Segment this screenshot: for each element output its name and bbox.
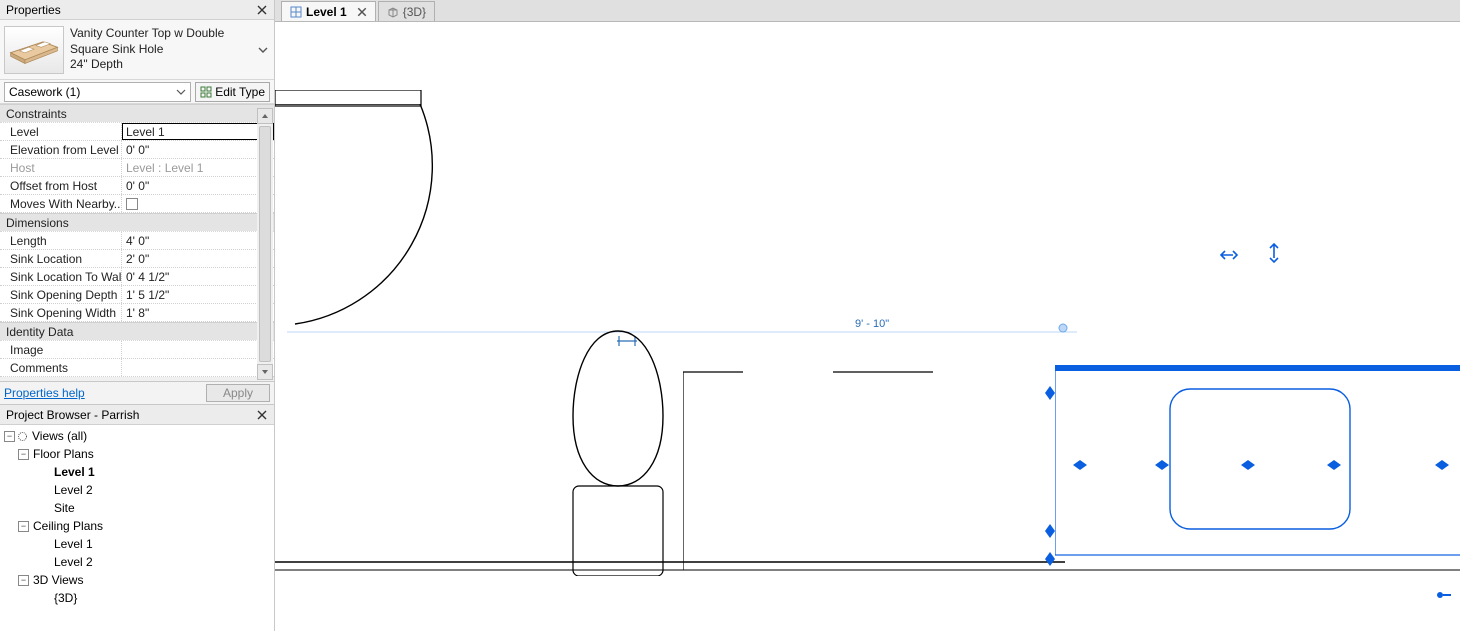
family-name-line-2: Square Sink Hole: [70, 42, 250, 58]
cube-icon: [387, 6, 399, 18]
shape-handle-bottom-left[interactable]: [1041, 522, 1059, 543]
tab-level-1-label: Level 1: [306, 5, 347, 19]
prop-row-sink-width[interactable]: Sink Opening Width 1' 8": [0, 304, 274, 322]
tree-ceiling-plans[interactable]: − Ceiling Plans: [0, 517, 274, 535]
scroll-up-arrow[interactable]: [257, 108, 273, 124]
expand-icon[interactable]: −: [4, 431, 15, 442]
tree-level-1[interactable]: Level 1: [0, 463, 274, 481]
group-header-identity[interactable]: Identity Data: [0, 322, 274, 340]
project-browser-header: Project Browser - Parrish: [0, 405, 274, 425]
category-filter-select[interactable]: Casework (1): [4, 82, 191, 102]
views-icon: [17, 431, 28, 442]
drawing-canvas[interactable]: 9' - 10": [275, 22, 1460, 631]
prop-row-offset[interactable]: Offset from Host 0' 0": [0, 177, 274, 195]
shape-handle-mid-3[interactable]: [1239, 456, 1257, 477]
view-tab-bar: Level 1 {3D}: [275, 0, 1460, 22]
scroll-thumb[interactable]: [259, 126, 271, 362]
flip-vertical-icon[interactable]: [1267, 242, 1281, 267]
properties-scrollbar[interactable]: [257, 108, 273, 380]
project-browser-title: Project Browser - Parrish: [6, 408, 139, 422]
group-header-constraints[interactable]: Constraints: [0, 104, 274, 122]
scroll-down-arrow[interactable]: [257, 364, 273, 380]
properties-title: Properties: [6, 3, 61, 17]
family-name-line-1: Vanity Counter Top w Double: [70, 26, 250, 42]
tab-level-1[interactable]: Level 1: [281, 1, 376, 21]
witness-endpoint-icon[interactable]: [1057, 322, 1069, 334]
expand-icon[interactable]: −: [18, 449, 29, 460]
family-type-description: Vanity Counter Top w Double Square Sink …: [70, 26, 250, 73]
properties-panel-header: Properties: [0, 0, 274, 20]
moves-checkbox[interactable]: [126, 198, 138, 210]
shape-handle-mid-5[interactable]: [1433, 456, 1451, 477]
selected-countertop[interactable]: [1055, 365, 1460, 563]
tree-views-root[interactable]: − Views (all): [0, 427, 274, 445]
prop-row-sink-location-wall[interactable]: Sink Location To Wall 0' 4 1/2": [0, 268, 274, 286]
prop-row-sink-depth[interactable]: Sink Opening Depth 1' 5 1/2": [0, 286, 274, 304]
expand-icon[interactable]: −: [18, 575, 29, 586]
family-type-selector[interactable]: Vanity Counter Top w Double Square Sink …: [0, 20, 274, 80]
family-name-line-3: 24" Depth: [70, 57, 250, 73]
edit-type-icon: [200, 86, 212, 98]
project-browser-panel: Project Browser - Parrish − Views (all) …: [0, 404, 274, 631]
prop-row-length[interactable]: Length 4' 0": [0, 232, 274, 250]
prop-row-sink-location[interactable]: Sink Location 2' 0": [0, 250, 274, 268]
shape-handle-mid-4[interactable]: [1325, 456, 1343, 477]
prop-value-level[interactable]: Level 1: [122, 123, 274, 140]
tree-level-2[interactable]: Level 2: [0, 481, 274, 499]
view-area: Level 1 {3D}: [275, 0, 1460, 631]
tree-site[interactable]: Site: [0, 499, 274, 517]
tree-floor-plans[interactable]: − Floor Plans: [0, 445, 274, 463]
category-filter-label: Casework (1): [9, 85, 80, 99]
properties-footer: Properties help Apply: [0, 382, 274, 404]
prop-row-elevation[interactable]: Elevation from Level 0' 0": [0, 141, 274, 159]
tree-3d-views[interactable]: − 3D Views: [0, 571, 274, 589]
edit-type-label: Edit Type: [215, 85, 265, 99]
drag-endpoint-icon[interactable]: [1433, 586, 1451, 607]
prop-row-host: Host Level : Level 1: [0, 159, 274, 177]
project-browser-tree: − Views (all) − Floor Plans Level 1 Leve…: [0, 425, 274, 631]
tree-ceiling-level-2[interactable]: Level 2: [0, 553, 274, 571]
shape-handle-mid-2[interactable]: [1153, 456, 1171, 477]
tree-3d-view-item[interactable]: {3D}: [0, 589, 274, 607]
prop-row-level[interactable]: Level Level 1: [0, 123, 274, 141]
family-type-dropdown-chevron[interactable]: [256, 45, 270, 55]
tab-level-1-close[interactable]: [357, 7, 367, 17]
shape-handle-bottom-left-2[interactable]: [1041, 550, 1059, 571]
shape-handle-top-left[interactable]: [1041, 384, 1059, 405]
expand-icon[interactable]: −: [18, 521, 29, 532]
temporary-dimension-label[interactable]: 9' - 10": [855, 318, 889, 330]
flip-horizontal-icon[interactable]: [1219, 248, 1239, 265]
properties-close-button[interactable]: [256, 4, 268, 16]
edit-type-button[interactable]: Edit Type: [195, 82, 270, 102]
apply-button[interactable]: Apply: [206, 384, 270, 402]
project-browser-close-button[interactable]: [256, 409, 268, 421]
category-row: Casework (1) Edit Type: [0, 80, 274, 104]
tab-3d[interactable]: {3D}: [378, 1, 435, 21]
tab-3d-label: {3D}: [403, 5, 426, 19]
group-header-dimensions[interactable]: Dimensions: [0, 213, 274, 231]
prop-row-image[interactable]: Image: [0, 341, 274, 359]
floor-plan-icon: [290, 6, 302, 18]
tree-ceiling-level-1[interactable]: Level 1: [0, 535, 274, 553]
prop-row-comments[interactable]: Comments: [0, 359, 274, 377]
properties-help-link[interactable]: Properties help: [4, 386, 85, 400]
family-thumbnail: [4, 26, 64, 74]
prop-row-moves[interactable]: Moves With Nearby...: [0, 195, 274, 213]
shape-handle-mid-1[interactable]: [1071, 456, 1089, 477]
left-sidebar: Properties Vanity Counter Top w Double S…: [0, 0, 275, 631]
properties-grid: Constraints Level Level 1 Elevation from…: [0, 104, 274, 404]
